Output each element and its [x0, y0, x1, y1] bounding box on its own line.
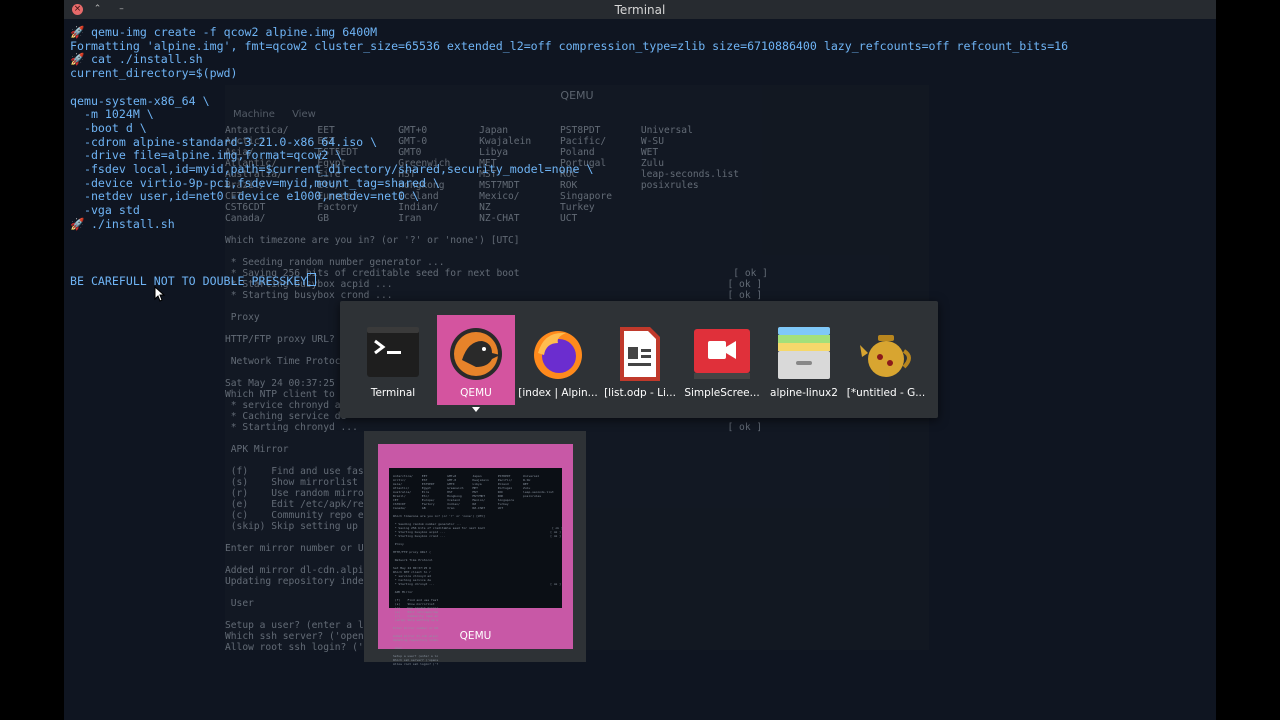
qemu-icon — [450, 328, 502, 380]
app-switcher: Terminal QEMU [index | Alpin... [list.od… — [340, 301, 938, 418]
terminal-line: -drive file=alpine.img,format=qcow2 \ — [70, 148, 1068, 163]
terminal-line-text: ./install.sh — [90, 216, 175, 231]
archive-icon — [778, 327, 830, 379]
terminal-line-text: -m 1024M \ — [70, 107, 154, 122]
terminal-line: -netdev user,id=net0 -device e1000,netde… — [70, 190, 1068, 204]
terminal-line-text: BE CAREFULL NOT TO DOUBLE PRESSKEY — [70, 273, 308, 288]
terminal-line-text — [70, 80, 77, 94]
window-preview-thumbnail[interactable]: Antarctica/ EET GMT+0 Japan PST8PDT Univ… — [378, 444, 573, 666]
terminal-line: -vga std — [70, 203, 1068, 218]
terminal-line-text: -boot d \ — [70, 120, 147, 135]
terminal-line-text — [70, 258, 77, 272]
teapot-icon — [860, 335, 911, 377]
window-preview[interactable]: Antarctica/ EET GMT+0 Japan PST8PDT Univ… — [364, 431, 586, 666]
switcher-item-archive[interactable]: alpine-linux2 — [765, 315, 843, 405]
switcher-item-simplescreenrecorder[interactable]: SimpleScree... — [683, 315, 761, 405]
window-title: Terminal — [614, 3, 666, 17]
terminal-line — [70, 232, 1068, 246]
mouse-pointer-icon — [154, 286, 166, 302]
switcher-label: [list.odp - Li... — [604, 387, 676, 399]
terminal-line-text: -device virtio-9p-pci,fsdev=myid,mount_t… — [70, 175, 440, 190]
terminal-line — [70, 245, 1068, 259]
terminal-output[interactable]: 🚀 qemu-img create -f qcow2 alpine.img 64… — [70, 25, 1069, 289]
switcher-item-terminal[interactable]: Terminal — [354, 315, 432, 405]
terminal-line-text — [70, 231, 77, 245]
switcher-item-firefox[interactable]: [index | Alpin... — [518, 315, 598, 405]
terminal-line-text: qemu-system-x86_64 \ — [70, 93, 210, 108]
preview-screen: Antarctica/ EET GMT+0 Japan PST8PDT Univ… — [389, 468, 563, 666]
terminal-line-text: -drive file=alpine.img,format=qcow2 \ — [70, 148, 343, 163]
switcher-label: [*untitled - G... — [846, 387, 926, 399]
rocket-icon: 🚀 — [70, 25, 85, 39]
terminal-line: qemu-system-x86_64 \ — [70, 93, 1068, 109]
impress-icon — [620, 327, 660, 381]
terminal-line: -cdrom alpine-standard-3.21.0-x86_64.iso… — [70, 134, 1068, 150]
terminal-line-text: cat ./install.sh — [90, 52, 203, 67]
terminal-line: -device virtio-9p-pci,fsdev=myid,mount_t… — [70, 175, 1068, 191]
switcher-item-gimp[interactable]: [*untitled - G... — [847, 315, 925, 405]
rocket-icon: 🚀 — [70, 216, 85, 231]
chevron-down-icon — [472, 407, 480, 412]
terminal-line-text: -vga std — [70, 203, 140, 218]
switcher-label: [index | Alpin... — [518, 387, 598, 399]
terminal-line-text: Formatting 'alpine.img', fmt=qcow2 clust… — [70, 38, 1069, 53]
terminal-line-text: current_directory=$(pwd) — [70, 66, 238, 81]
terminal-line — [70, 259, 1068, 273]
preview-label: QEMU — [459, 630, 492, 642]
terminal-icon — [367, 327, 419, 377]
terminal-line-text: -fsdev local,id=myid,path=$current_direc… — [70, 162, 594, 177]
terminal-line-text — [70, 244, 77, 258]
terminal-line: 🚀 qemu-img create -f qcow2 alpine.img 64… — [70, 25, 1068, 40]
terminal-cursor — [307, 272, 317, 286]
switcher-item-impress[interactable]: [list.odp - Li... — [601, 315, 679, 405]
terminal-line-text: qemu-img create -f qcow2 alpine.img 6400… — [90, 25, 378, 39]
terminal-line: Formatting 'alpine.img', fmt=qcow2 clust… — [70, 38, 1069, 54]
switcher-item-qemu[interactable]: QEMU — [437, 315, 515, 405]
switcher-label: Terminal — [370, 387, 416, 399]
switcher-label: QEMU — [460, 387, 492, 399]
switcher-label: alpine-linux2 — [770, 387, 838, 399]
terminal-line: -fsdev local,id=myid,path=$current_direc… — [70, 162, 1068, 177]
terminal-line-text: -netdev user,id=net0 -device e1000,netde… — [70, 189, 420, 204]
terminal-line: 🚀 ./install.sh — [70, 216, 1068, 232]
screenrecorder-icon — [694, 329, 750, 379]
title-bar[interactable]: × ⌃ – Terminal — [64, 0, 1216, 19]
terminal-line: current_directory=$(pwd) — [70, 66, 1068, 81]
terminal-line: -m 1024M \ — [70, 107, 1068, 122]
firefox-icon — [534, 331, 582, 379]
terminal-line-text: -cdrom alpine-standard-3.21.0-x86_64.iso… — [70, 134, 378, 149]
terminal-line: BE CAREFULL NOT TO DOUBLE PRESSKEY — [70, 272, 1068, 289]
switcher-label: SimpleScree... — [684, 387, 760, 399]
terminal-line: -boot d \ — [70, 120, 1068, 136]
terminal-line — [70, 81, 1068, 95]
terminal-line: 🚀 cat ./install.sh — [70, 53, 1068, 67]
rocket-icon: 🚀 — [70, 52, 85, 67]
